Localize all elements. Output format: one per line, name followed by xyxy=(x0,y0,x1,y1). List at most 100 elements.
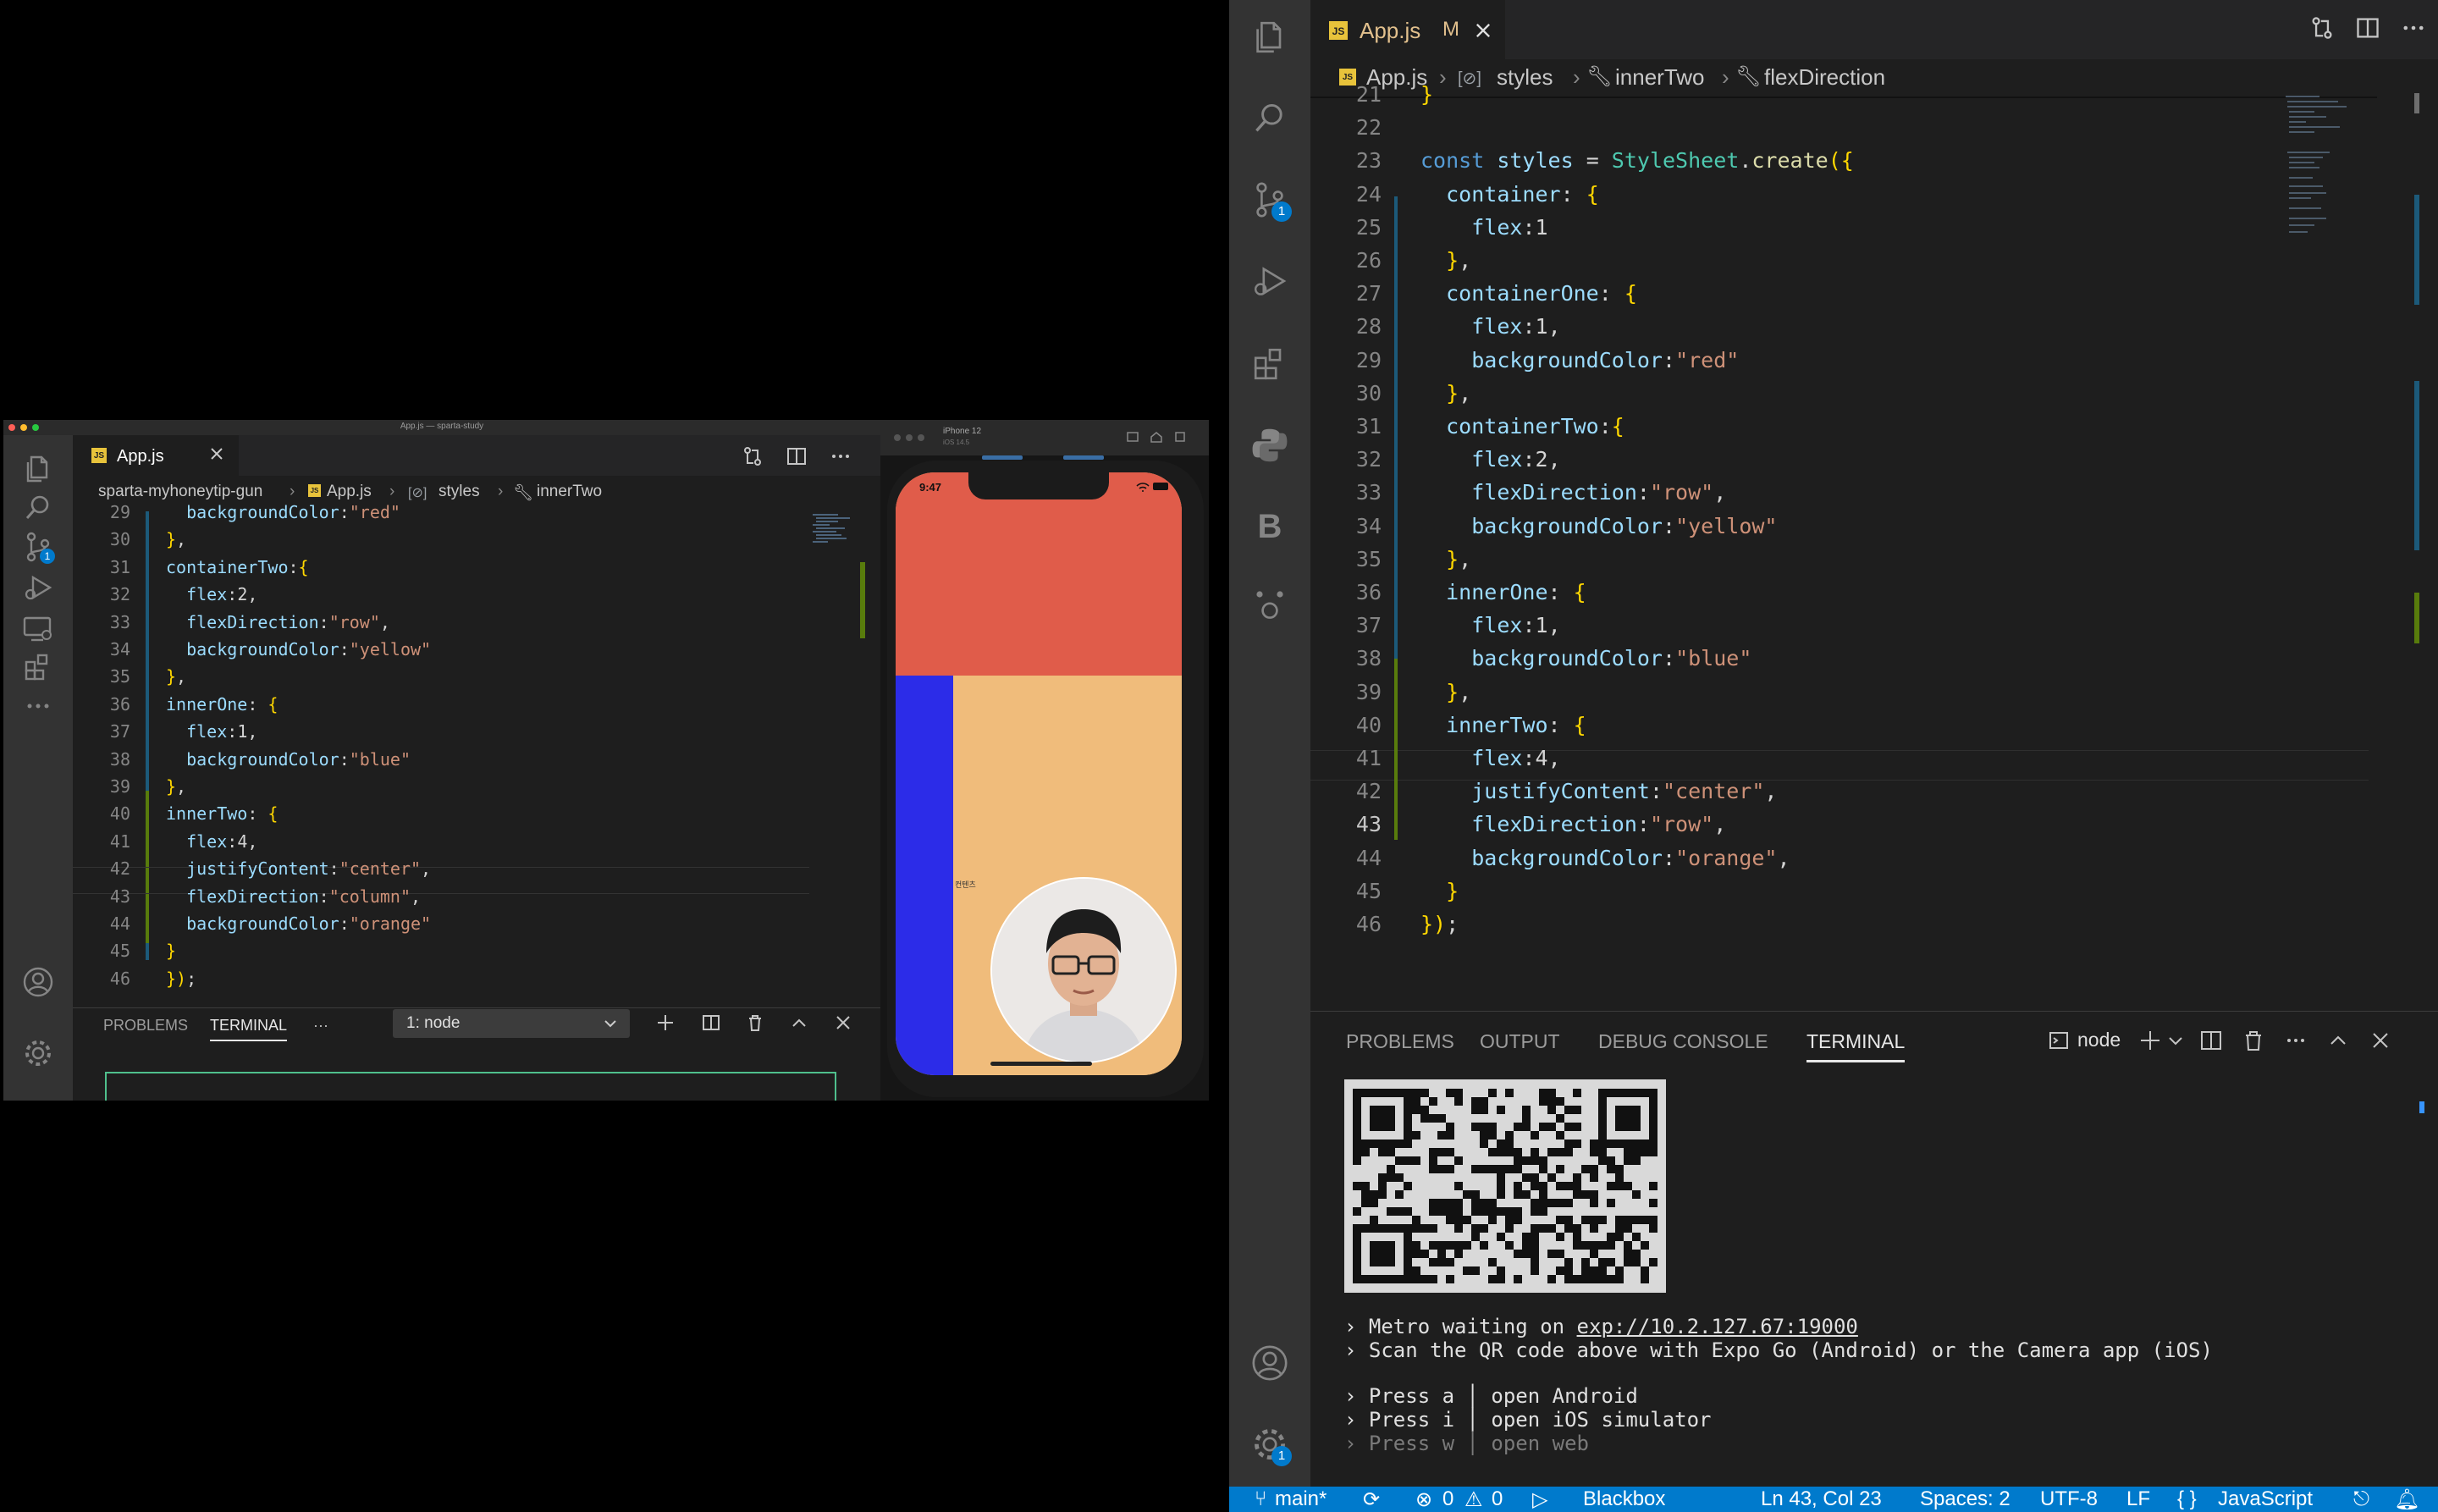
tab-terminal[interactable]: TERMINAL xyxy=(1806,1030,1906,1062)
breadcrumb-symbol[interactable]: styles xyxy=(1497,64,1553,91)
close-tab-icon[interactable] xyxy=(208,445,225,462)
tab-output[interactable]: OUTPUT xyxy=(1480,1030,1560,1053)
source-control-icon[interactable]: 1 xyxy=(1249,179,1292,222)
more-icon[interactable] xyxy=(21,689,55,723)
branch-name[interactable]: main* xyxy=(1275,1487,1327,1511)
split-editor-icon[interactable] xyxy=(2355,15,2380,41)
phone-screen[interactable]: 9:47 컨텐츠 xyxy=(896,472,1182,1075)
sim-zoom-button[interactable] xyxy=(918,434,924,441)
breadcrumb-property[interactable]: flexDirection xyxy=(1764,64,1885,91)
new-terminal-icon[interactable] xyxy=(2138,1029,2162,1052)
close-panel-icon[interactable] xyxy=(2369,1029,2392,1052)
extensions-icon[interactable] xyxy=(21,650,55,684)
qr-module xyxy=(1539,1199,1547,1207)
account-icon[interactable] xyxy=(1249,1343,1290,1383)
search-icon[interactable] xyxy=(1249,98,1290,139)
qr-module xyxy=(1581,1266,1590,1275)
scrollbar-thumb[interactable] xyxy=(2414,93,2419,113)
tab-app-js[interactable]: JS App.js xyxy=(73,435,239,476)
warning-count[interactable]: 0 xyxy=(1492,1487,1503,1511)
breadcrumb-symbol[interactable]: styles xyxy=(439,483,480,501)
new-terminal-icon[interactable] xyxy=(655,1013,676,1033)
code-text: }, xyxy=(166,529,187,550)
tab-problems[interactable]: PROBLEMS xyxy=(1346,1030,1454,1053)
breadcrumb-folder[interactable]: sparta-myhoneytip-gun xyxy=(98,483,262,501)
explorer-icon[interactable] xyxy=(1249,17,1290,58)
metro-url-link[interactable]: exp://10.2.127.67:19000 xyxy=(1577,1315,1858,1338)
panel-more-icon[interactable]: ··· xyxy=(313,1017,328,1035)
blackbox-b-icon[interactable]: B xyxy=(1249,506,1290,547)
trash-icon[interactable] xyxy=(745,1013,765,1033)
terminal-select[interactable]: 1: node xyxy=(393,1009,630,1038)
minimap[interactable] xyxy=(808,511,867,571)
line-number: 30 xyxy=(109,529,130,550)
cursor-position[interactable]: Ln 43, Col 23 xyxy=(1761,1487,1882,1511)
explorer-icon[interactable] xyxy=(21,452,55,486)
more-actions-icon[interactable] xyxy=(2401,15,2426,41)
line-ending[interactable]: LF xyxy=(2126,1487,2150,1511)
indentation[interactable]: Spaces: 2 xyxy=(1920,1487,2011,1511)
more-actions-icon[interactable] xyxy=(830,445,852,467)
python-icon[interactable] xyxy=(1249,425,1290,466)
qr-module xyxy=(1471,1233,1480,1241)
chevron-down-icon[interactable] xyxy=(2167,1032,2184,1049)
encoding[interactable]: UTF-8 xyxy=(2040,1487,2098,1511)
blackbox-status[interactable]: Blackbox xyxy=(1583,1487,1665,1511)
qr-module xyxy=(1598,1266,1607,1275)
sim-close-button[interactable] xyxy=(894,434,901,441)
tab-debug-console[interactable]: DEBUG CONSOLE xyxy=(1598,1030,1768,1053)
qr-module xyxy=(1615,1216,1624,1224)
qr-module xyxy=(1420,1106,1429,1114)
close-tab-icon[interactable] xyxy=(1473,20,1493,41)
qr-module xyxy=(1429,1207,1437,1216)
tab-terminal[interactable]: TERMINAL xyxy=(210,1017,288,1041)
screenshot-icon[interactable] xyxy=(1126,430,1139,444)
remote-explorer-icon[interactable] xyxy=(21,611,55,645)
settings-gear-icon[interactable] xyxy=(21,1036,55,1070)
split-terminal-icon[interactable] xyxy=(701,1013,721,1033)
run-debug-icon[interactable] xyxy=(21,571,55,604)
code-text: backgroundColor:"red" xyxy=(186,502,400,522)
close-panel-icon[interactable] xyxy=(833,1013,853,1033)
settings-gear-icon[interactable]: 1 xyxy=(1249,1424,1292,1466)
left-code-editor[interactable]: 29 backgroundColor:"red" 30}, 31 containerT… xyxy=(73,502,809,989)
maximize-panel-icon[interactable] xyxy=(789,1013,809,1033)
feedback-icon[interactable]: ⎋ xyxy=(2353,1487,2369,1511)
press-i-line: › Press i │ open iOS simulator xyxy=(1344,1408,1712,1432)
search-icon[interactable] xyxy=(21,491,55,525)
split-editor-icon[interactable] xyxy=(786,445,808,467)
rotate-icon[interactable] xyxy=(1173,430,1187,444)
breadcrumb-file[interactable]: App.js xyxy=(327,483,372,501)
open-changes-icon[interactable] xyxy=(742,445,764,467)
sync-icon[interactable]: ⟳ xyxy=(1363,1487,1380,1512)
scrollbar-marker xyxy=(860,562,865,638)
notifications-bell-icon[interactable]: 🔔︎ xyxy=(2394,1487,2419,1512)
qr-module xyxy=(1412,1089,1420,1097)
terminal-name[interactable]: node xyxy=(2077,1029,2121,1051)
tab-app-js[interactable]: JS App.js M xyxy=(1310,0,1505,60)
scroll-shadow xyxy=(1310,97,2377,98)
source-control-icon[interactable]: 1 xyxy=(21,530,55,564)
maximize-panel-icon[interactable] xyxy=(2326,1029,2350,1052)
breadcrumb-property[interactable]: innerTwo xyxy=(1615,64,1705,91)
run-debug-icon[interactable] xyxy=(1249,261,1290,301)
sim-minimize-button[interactable] xyxy=(906,434,913,441)
qr-module xyxy=(1361,1148,1370,1156)
tab-problems[interactable]: PROBLEMS xyxy=(103,1017,188,1035)
extensions-icon[interactable] xyxy=(1249,344,1290,384)
trash-icon[interactable] xyxy=(2242,1029,2265,1052)
qr-module xyxy=(1531,1182,1539,1190)
more-actions-icon[interactable] xyxy=(2284,1029,2308,1052)
open-changes-icon[interactable] xyxy=(2309,15,2335,41)
window-title: App.js — sparta-study xyxy=(400,422,484,431)
right-code-editor[interactable]: 21} 22 23 const styles = StyleSheet.create(… xyxy=(1310,82,2377,936)
qr-module xyxy=(1556,1165,1564,1173)
home-icon[interactable] xyxy=(1150,430,1163,444)
account-icon[interactable] xyxy=(21,965,55,999)
breadcrumb-property[interactable]: innerTwo xyxy=(537,483,602,501)
error-count[interactable]: 0 xyxy=(1442,1487,1453,1511)
language-mode[interactable]: JavaScript xyxy=(2218,1487,2313,1511)
minimap[interactable] xyxy=(2282,93,2367,246)
live-share-icon[interactable] xyxy=(1249,584,1290,625)
split-terminal-icon[interactable] xyxy=(2199,1029,2223,1052)
